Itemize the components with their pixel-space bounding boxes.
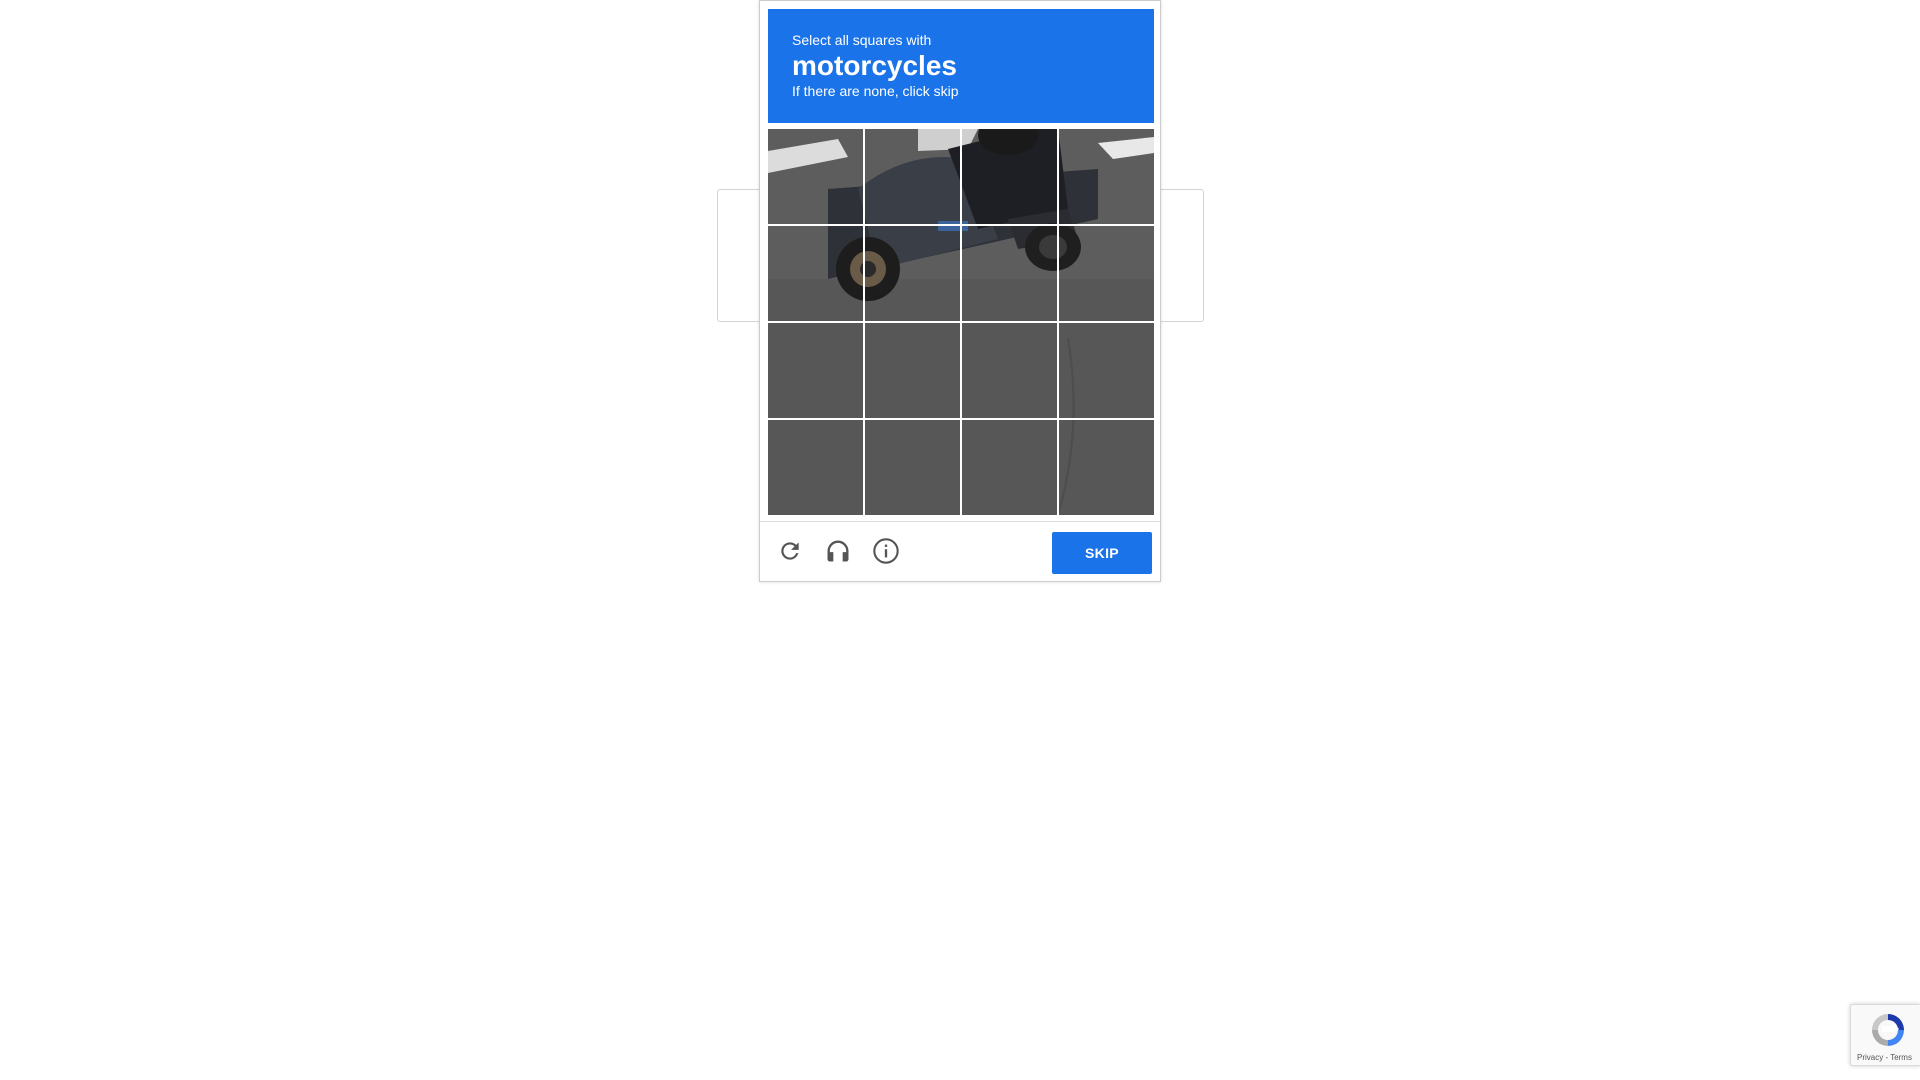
grid-tile[interactable] — [865, 129, 960, 224]
grid-tile[interactable] — [1059, 129, 1154, 224]
grid-tile[interactable] — [962, 226, 1057, 321]
grid-tile[interactable] — [1059, 323, 1154, 418]
info-button[interactable] — [870, 537, 902, 569]
target-keyword: motorcycles — [792, 50, 957, 81]
info-icon — [872, 537, 900, 570]
image-grid — [768, 129, 1154, 515]
grid-tile[interactable] — [865, 226, 960, 321]
grid-tile[interactable] — [865, 323, 960, 418]
grid-tile[interactable] — [768, 323, 863, 418]
grid-tile[interactable] — [962, 323, 1057, 418]
footer-divider — [760, 521, 1160, 522]
page: Select all squares with motorcycles If t… — [0, 0, 1920, 1080]
audio-challenge-button[interactable] — [822, 537, 854, 569]
grid-tile[interactable] — [1059, 226, 1154, 321]
reload-icon — [777, 538, 803, 569]
grid-tile[interactable] — [1059, 420, 1154, 515]
headphones-icon — [824, 537, 852, 570]
badge-links[interactable]: Privacy - Terms — [1857, 1053, 1912, 1062]
recaptcha-badge[interactable]: Privacy - Terms — [1850, 1004, 1920, 1066]
grid-tile[interactable] — [768, 129, 863, 224]
recaptcha-logo-icon — [1869, 1011, 1907, 1054]
grid-tile[interactable] — [962, 420, 1057, 515]
reload-button[interactable] — [774, 537, 806, 569]
skip-button[interactable]: SKIP — [1052, 532, 1152, 574]
challenge-header: Select all squares with motorcycles If t… — [768, 9, 1154, 123]
hint-text: If there are none, click skip — [792, 83, 959, 99]
grid-tile[interactable] — [768, 226, 863, 321]
instruction-text: Select all squares with — [792, 32, 932, 48]
grid-tile[interactable] — [768, 420, 863, 515]
grid-tile[interactable] — [962, 129, 1057, 224]
grid-tile[interactable] — [865, 420, 960, 515]
captcha-challenge-dialog: Select all squares with motorcycles If t… — [759, 0, 1161, 582]
